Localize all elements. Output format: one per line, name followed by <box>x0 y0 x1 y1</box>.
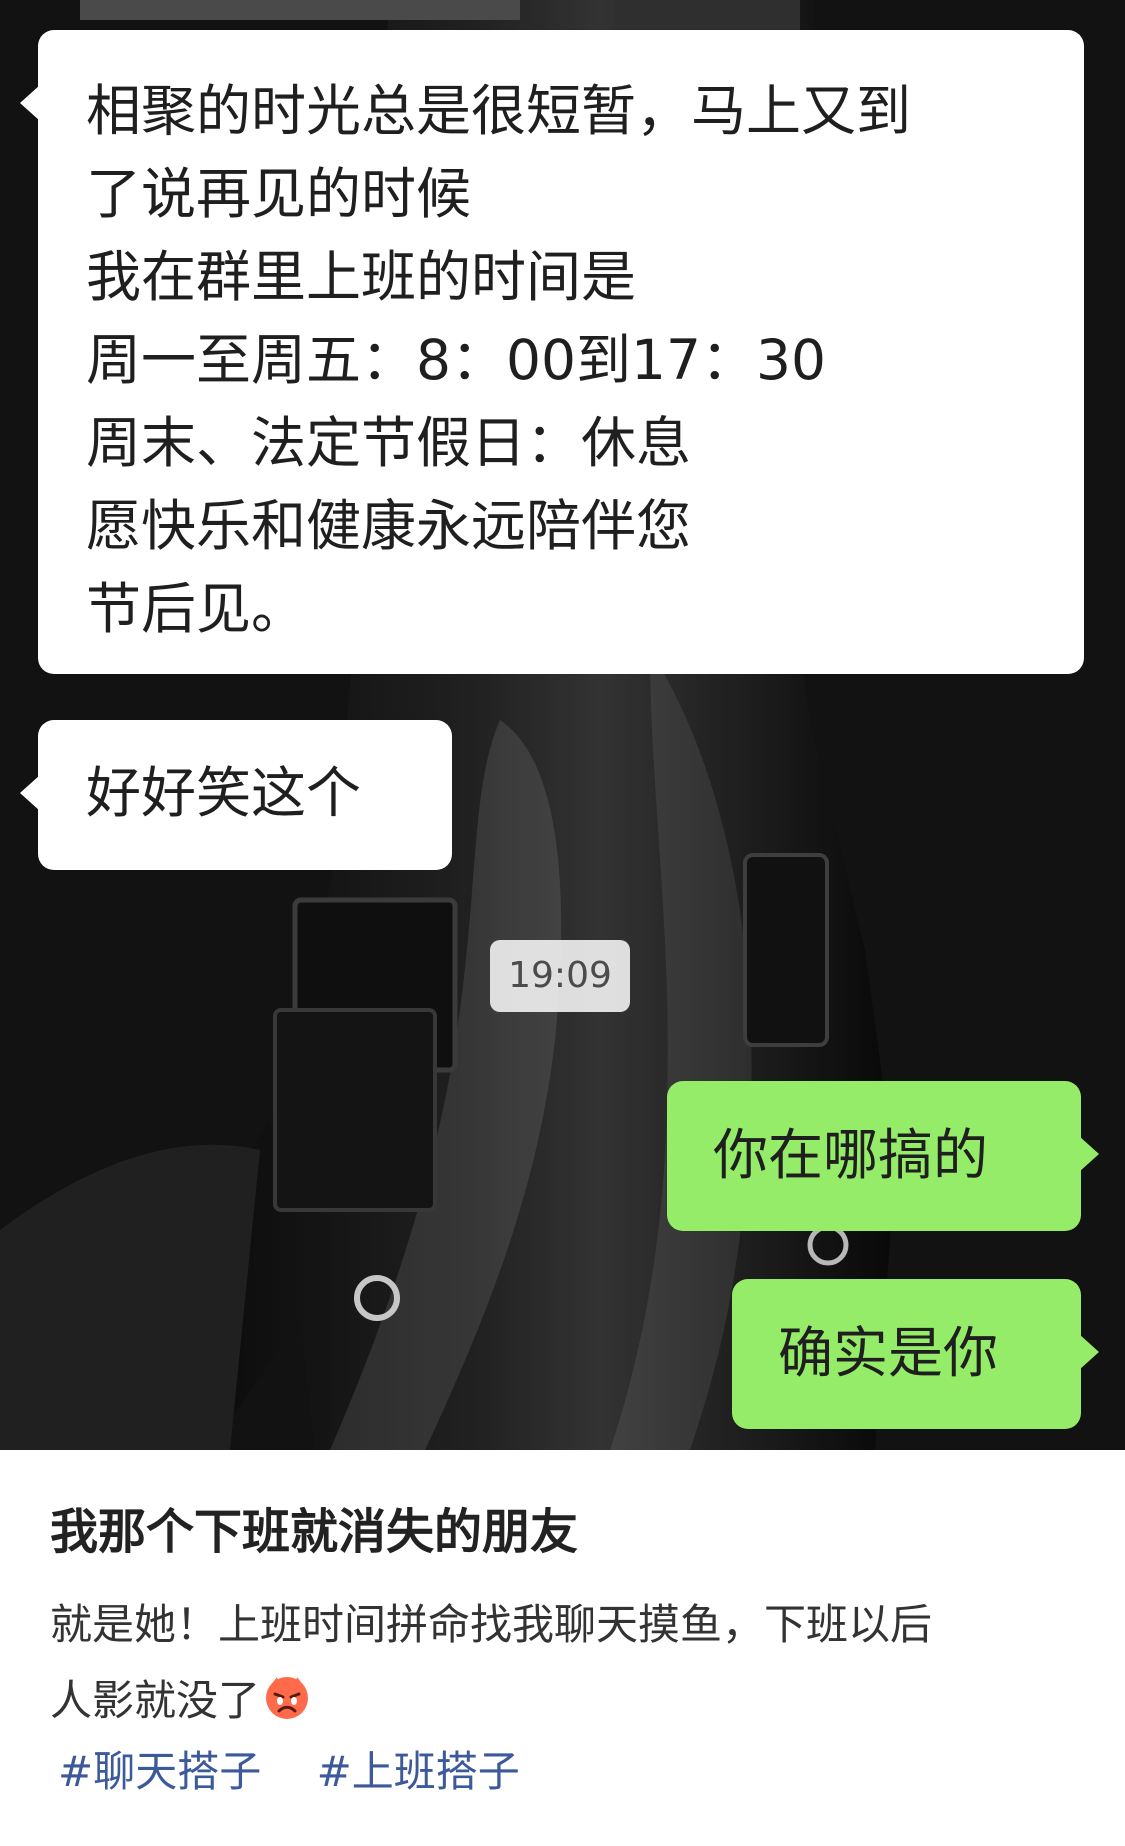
tag-work-buddy[interactable]: #上班搭子 <box>317 1742 520 1802</box>
message-line: 相聚的时光总是很短暂，马上又到 <box>86 79 912 143</box>
message-line: 周一至周五：8：00到17：30 <box>86 328 826 392</box>
outgoing-message-bubble-question[interactable]: 你在哪搞的 <box>667 1081 1099 1231</box>
post-title: 我那个下班就消失的朋友 <box>50 1504 579 1560</box>
message-line: 我在群里上班的时间是 <box>86 245 637 309</box>
post-body-line-with-emoji: 人影就没了 <box>50 1663 1080 1739</box>
angry-face-emoji-icon <box>262 1672 312 1722</box>
post-tags: #聊天搭子 #上班搭子 <box>58 1742 562 1802</box>
outgoing-message-bubble-confirm[interactable]: 确实是你 <box>732 1279 1099 1429</box>
tag-chat-buddy[interactable]: #聊天搭子 <box>58 1742 261 1802</box>
post-body-line: 就是她！上班时间拼命找我聊天摸鱼，下班以后 <box>50 1600 933 1649</box>
message-text: 你在哪搞的 <box>713 1123 989 1187</box>
message-text: 确实是你 <box>778 1321 999 1385</box>
message-line: 愿快乐和健康永远陪伴您 <box>86 494 692 558</box>
incoming-message-bubble-schedule[interactable]: 相聚的时光总是很短暂，马上又到 了说再见的时候 我在群里上班的时间是 周一至周五… <box>20 30 1084 674</box>
message-timestamp: 19:09 <box>490 940 630 1012</box>
message-line: 了说再见的时候 <box>86 162 472 226</box>
message-text: 好好笑这个 <box>86 761 362 825</box>
post-body-line-text: 人影就没了 <box>50 1676 261 1725</box>
chat-area: 相聚的时光总是很短暂，马上又到 了说再见的时候 我在群里上班的时间是 周一至周五… <box>0 0 1125 1450</box>
message-line: 节后见。 <box>86 577 307 641</box>
incoming-message-bubble-laugh[interactable]: 好好笑这个 <box>20 720 452 870</box>
post-caption-area: 我那个下班就消失的朋友 就是她！上班时间拼命找我聊天摸鱼，下班以后 人影就没了 <box>0 1450 1125 1846</box>
post-body: 就是她！上班时间拼命找我聊天摸鱼，下班以后 人影就没了 <box>50 1587 1080 1739</box>
screenshot-container: 相聚的时光总是很短暂，马上又到 了说再见的时候 我在群里上班的时间是 周一至周五… <box>0 0 1125 1846</box>
message-line: 周末、法定节假日：休息 <box>86 411 692 475</box>
